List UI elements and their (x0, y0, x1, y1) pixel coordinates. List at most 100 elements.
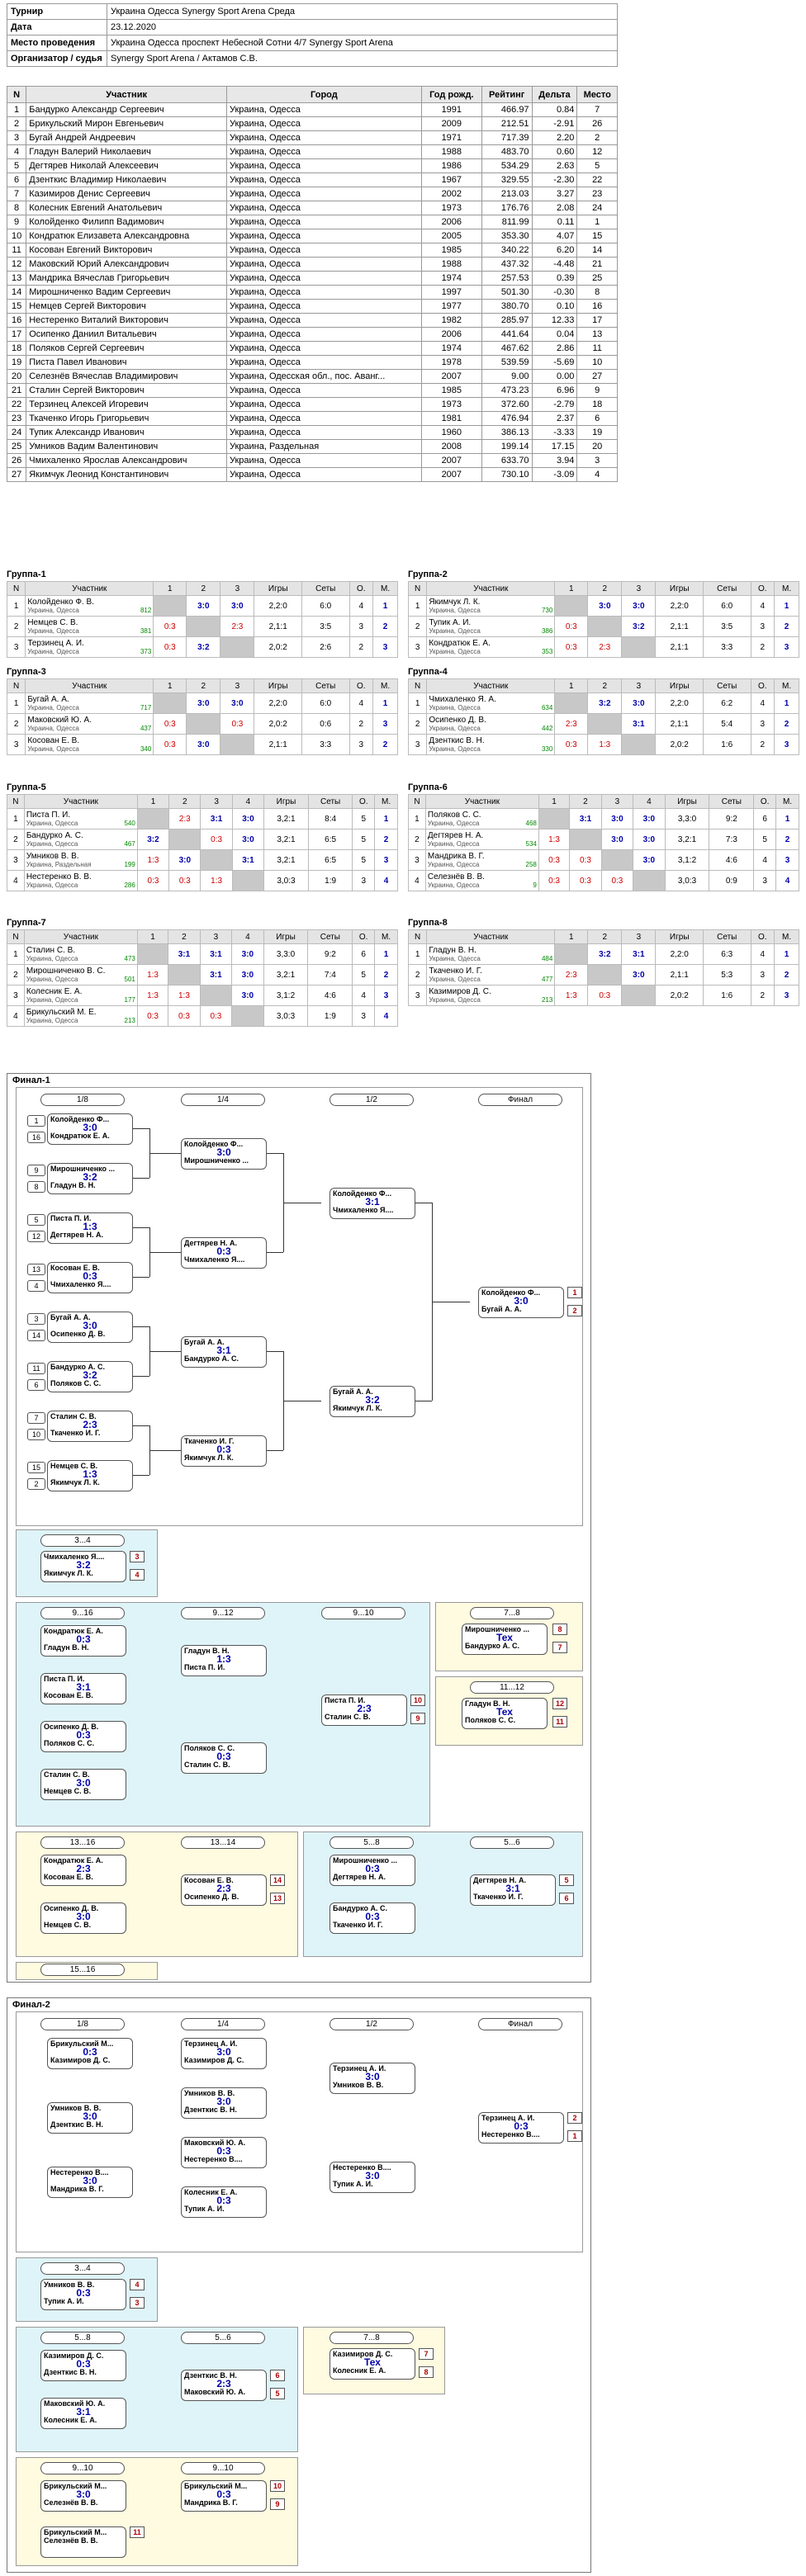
table-cell: 212.51 (481, 116, 533, 131)
table-cell: Брикульский Мирон Евгеньевич (26, 116, 227, 131)
match-player-b: Осипенко Д. В. (184, 1893, 239, 1901)
sets-cell: 3:5 (301, 616, 350, 637)
points-cell: 2 (750, 636, 775, 658)
score-cell: 3:0 (168, 849, 202, 871)
player-city: Украина, Одесса 286 (26, 882, 135, 889)
column-header: Сеты (703, 929, 751, 944)
player-rating: 717 (140, 704, 152, 711)
score-cell: 0:3 (168, 1005, 201, 1027)
player-name: Мирошниченко В. С. (26, 967, 106, 976)
group-title: Группа-4 (408, 667, 448, 677)
column-header: Игры (254, 581, 302, 596)
seed-number: 9 (27, 1165, 45, 1176)
row-number: 2 (407, 616, 428, 637)
round-header: 5...6 (181, 2332, 265, 2344)
points-cell: 6 (352, 943, 376, 965)
games-cell: 3,2:1 (263, 964, 309, 985)
match-player-b: Нестеренко В.... (184, 2155, 243, 2163)
table-cell: 1973 (420, 397, 482, 412)
games-cell: 2,2:0 (655, 595, 704, 617)
table-cell: 2.63 (531, 158, 578, 173)
table-row: 7 Казимиров Денис Сергеевич Украина, Одесс… (6, 187, 618, 201)
group-grid: N Участник 1 2 3 4 Игры Сеты О. М. 1 Поляков С. С. У… (408, 794, 799, 891)
games-cell: 3,2:1 (664, 829, 710, 850)
column-header: Участник (23, 794, 138, 809)
table-cell: Украина, Одесса (225, 397, 422, 412)
table-row: 21 Сталин Сергей Викторович Украина, Одесс… (6, 383, 618, 398)
sets-cell: 7:3 (709, 829, 755, 850)
info-row: Дата 23.12.2020 (7, 19, 618, 35)
column-header: Сеты (709, 794, 755, 809)
bracket-match: Колойденко Ф... 3:0 Мирошниченко ... (181, 1138, 267, 1170)
column-header: Город (225, 86, 422, 103)
info-row: Организатор / судья Synergy Sport Arena /… (7, 50, 618, 67)
table-cell: 5 (576, 158, 618, 173)
place-cell: 3 (372, 636, 398, 658)
column-header: 3 (200, 794, 233, 809)
match-score: 0:3 (76, 2287, 91, 2299)
bracket-match: Терзинец А. И. 3:0 Умников В. В. (330, 2063, 415, 2094)
player-city-name: Украина, Одесса (427, 840, 480, 848)
player-name: Дзенткис В. Н. (429, 736, 485, 745)
table-cell: 1 (576, 215, 618, 229)
table-row: 6 Дзенткис Владимир Николаевич Украина, Од… (6, 173, 618, 187)
group-header-row: N Участник 1 2 3 Игры Сеты О. М. (6, 581, 398, 596)
table-row: 9 Колойденко Филипп Вадимович Украина, Оде… (6, 215, 618, 229)
place-cell: 2 (774, 713, 799, 735)
column-header: 2 (587, 678, 623, 693)
column-header: Участник (23, 929, 138, 944)
table-row: 12 Маковский Юрий Александрович Украина, О… (6, 257, 618, 272)
player-cell: Ткаченко И. Г. Украина, Одесса 477 (426, 964, 556, 985)
player-city: Украина, Одесса 717 (27, 704, 151, 711)
points-cell: 4 (348, 692, 374, 714)
diagonal-cell (231, 1005, 264, 1027)
table-cell: 2.20 (531, 130, 578, 145)
table-cell: 1977 (420, 299, 482, 314)
group-table: Группа-4 N Участник 1 2 3 Игры Сеты О. М. 1 Чмихале… (407, 667, 799, 755)
seed-number: 16 (27, 1132, 45, 1143)
diagonal-cell (186, 616, 221, 637)
diagonal-cell (168, 964, 201, 985)
player-name: Дегтярев Н. А. (427, 831, 484, 840)
place-cell: 2 (374, 964, 398, 985)
player-cell: Дзенткис В. Н. Украина, Одесса 330 (426, 734, 556, 755)
table-cell: 21 (576, 257, 618, 272)
place-cell: 2 (775, 829, 799, 850)
player-name: Маковский Ю. А. (27, 716, 92, 725)
bracket-match: Косован Е. В. 0:3 Чмихаленко Я.... (47, 1262, 133, 1293)
match-player-b: Тупик А. И. (333, 2180, 373, 2188)
place-cell: 2 (774, 964, 799, 985)
score-cell: 3:2 (136, 829, 170, 850)
group-grid: N Участник 1 2 3 Игры Сеты О. М. 1 Якимчук Л. К. Ук… (407, 581, 799, 658)
group-title: Группа-7 (7, 918, 46, 928)
match-player-b: Нестеренко В.... (481, 2130, 540, 2139)
sets-cell: 6:5 (307, 849, 353, 871)
table-row: 16 Нестеренко Виталий Викторович Украина, … (6, 313, 618, 328)
score-cell: 3:0 (186, 734, 221, 755)
group-grid: N Участник 1 2 3 Игры Сеты О. М. 1 Колойденко Ф. В… (6, 581, 398, 658)
table-cell: 9 (576, 383, 618, 398)
match-player-b: Тупик А. И. (44, 2297, 84, 2305)
group-grid: N Участник 1 2 3 4 Игры Сеты О. М. 1 Писта П. И. Укр… (7, 794, 398, 891)
score-cell: 3:2 (186, 636, 221, 658)
player-rating: 340 (140, 745, 152, 753)
table-cell: 20 (576, 439, 618, 454)
bracket-match: Писта П. И. 1:3 Дегтярев Н. А. (47, 1212, 133, 1244)
points-cell: 2 (348, 713, 374, 735)
player-city: Украина, Одесса 534 (428, 840, 537, 848)
bracket-match: Брикульский М... 3:0 Селезнёв В. В. (40, 2480, 126, 2512)
sets-cell: 4:6 (709, 849, 755, 871)
player-cell: Бандурко А. С. Украина, Одесса 467 (23, 829, 138, 850)
match-player-b: Писта П. И. (184, 1663, 225, 1671)
player-city-name: Украина, Одесса (26, 955, 78, 962)
column-header: Участник (426, 581, 556, 596)
match-score: 1:3 (83, 1221, 97, 1232)
player-city: Украина, Одесса 468 (428, 820, 537, 827)
table-cell: 4.07 (531, 229, 578, 243)
round-header: 1/2 (330, 1094, 414, 1106)
match-score: 3:1 (505, 1883, 520, 1894)
row-number: 4 (7, 870, 25, 891)
column-header: 4 (231, 929, 264, 944)
player-city-name: Украина, Одесса (429, 704, 481, 711)
match-score: 3:0 (514, 1295, 529, 1307)
